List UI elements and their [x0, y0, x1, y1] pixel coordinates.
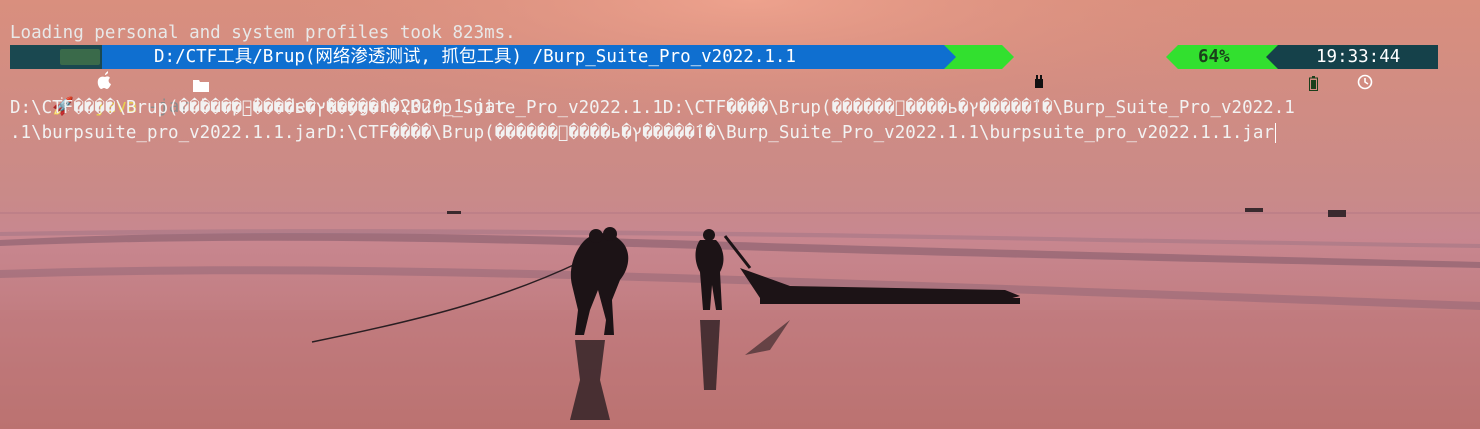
output-line-cursor[interactable]: .1\burpsuite_pro_v2022.1.1.jarD:\CTF����…	[10, 121, 1277, 145]
time-segment: 19:33:44	[1278, 45, 1438, 90]
command-line: 🚀 java -jar burp-loader-keygen-2020_1.ja…	[10, 71, 506, 117]
output-line: .1\burpsuite_pro_v2022.1.1.jarD:\CTF����…	[10, 123, 1275, 143]
battery-percentage: 64%	[1198, 47, 1230, 67]
segment-separator	[1166, 45, 1178, 69]
current-time: 19:33:44	[1316, 47, 1401, 67]
prompt-path-segment: D:/CTF工具/Brup(网络渗透测试, 抓包工具) /Burp_Suite_…	[102, 45, 944, 92]
text-cursor	[1275, 123, 1277, 143]
prompt-os-segment	[10, 45, 112, 89]
current-path: D:/CTF工具/Brup(网络渗透测试, 抓包工具) /Burp_Suite_…	[154, 47, 796, 67]
user-avatar-icon	[60, 49, 100, 65]
profile-load-message: Loading personal and system profiles too…	[10, 23, 516, 43]
segment-separator	[944, 45, 956, 69]
segment-separator	[1266, 45, 1278, 69]
output-line: D:\CTF����\Brup(������ ����ь�ٱ�����ץ�\Bu…	[10, 98, 1295, 118]
terminal-window[interactable]: Loading personal and system profiles too…	[0, 0, 1480, 429]
battery-segment: 64%	[1178, 45, 1319, 91]
segment-separator	[1002, 45, 1014, 69]
